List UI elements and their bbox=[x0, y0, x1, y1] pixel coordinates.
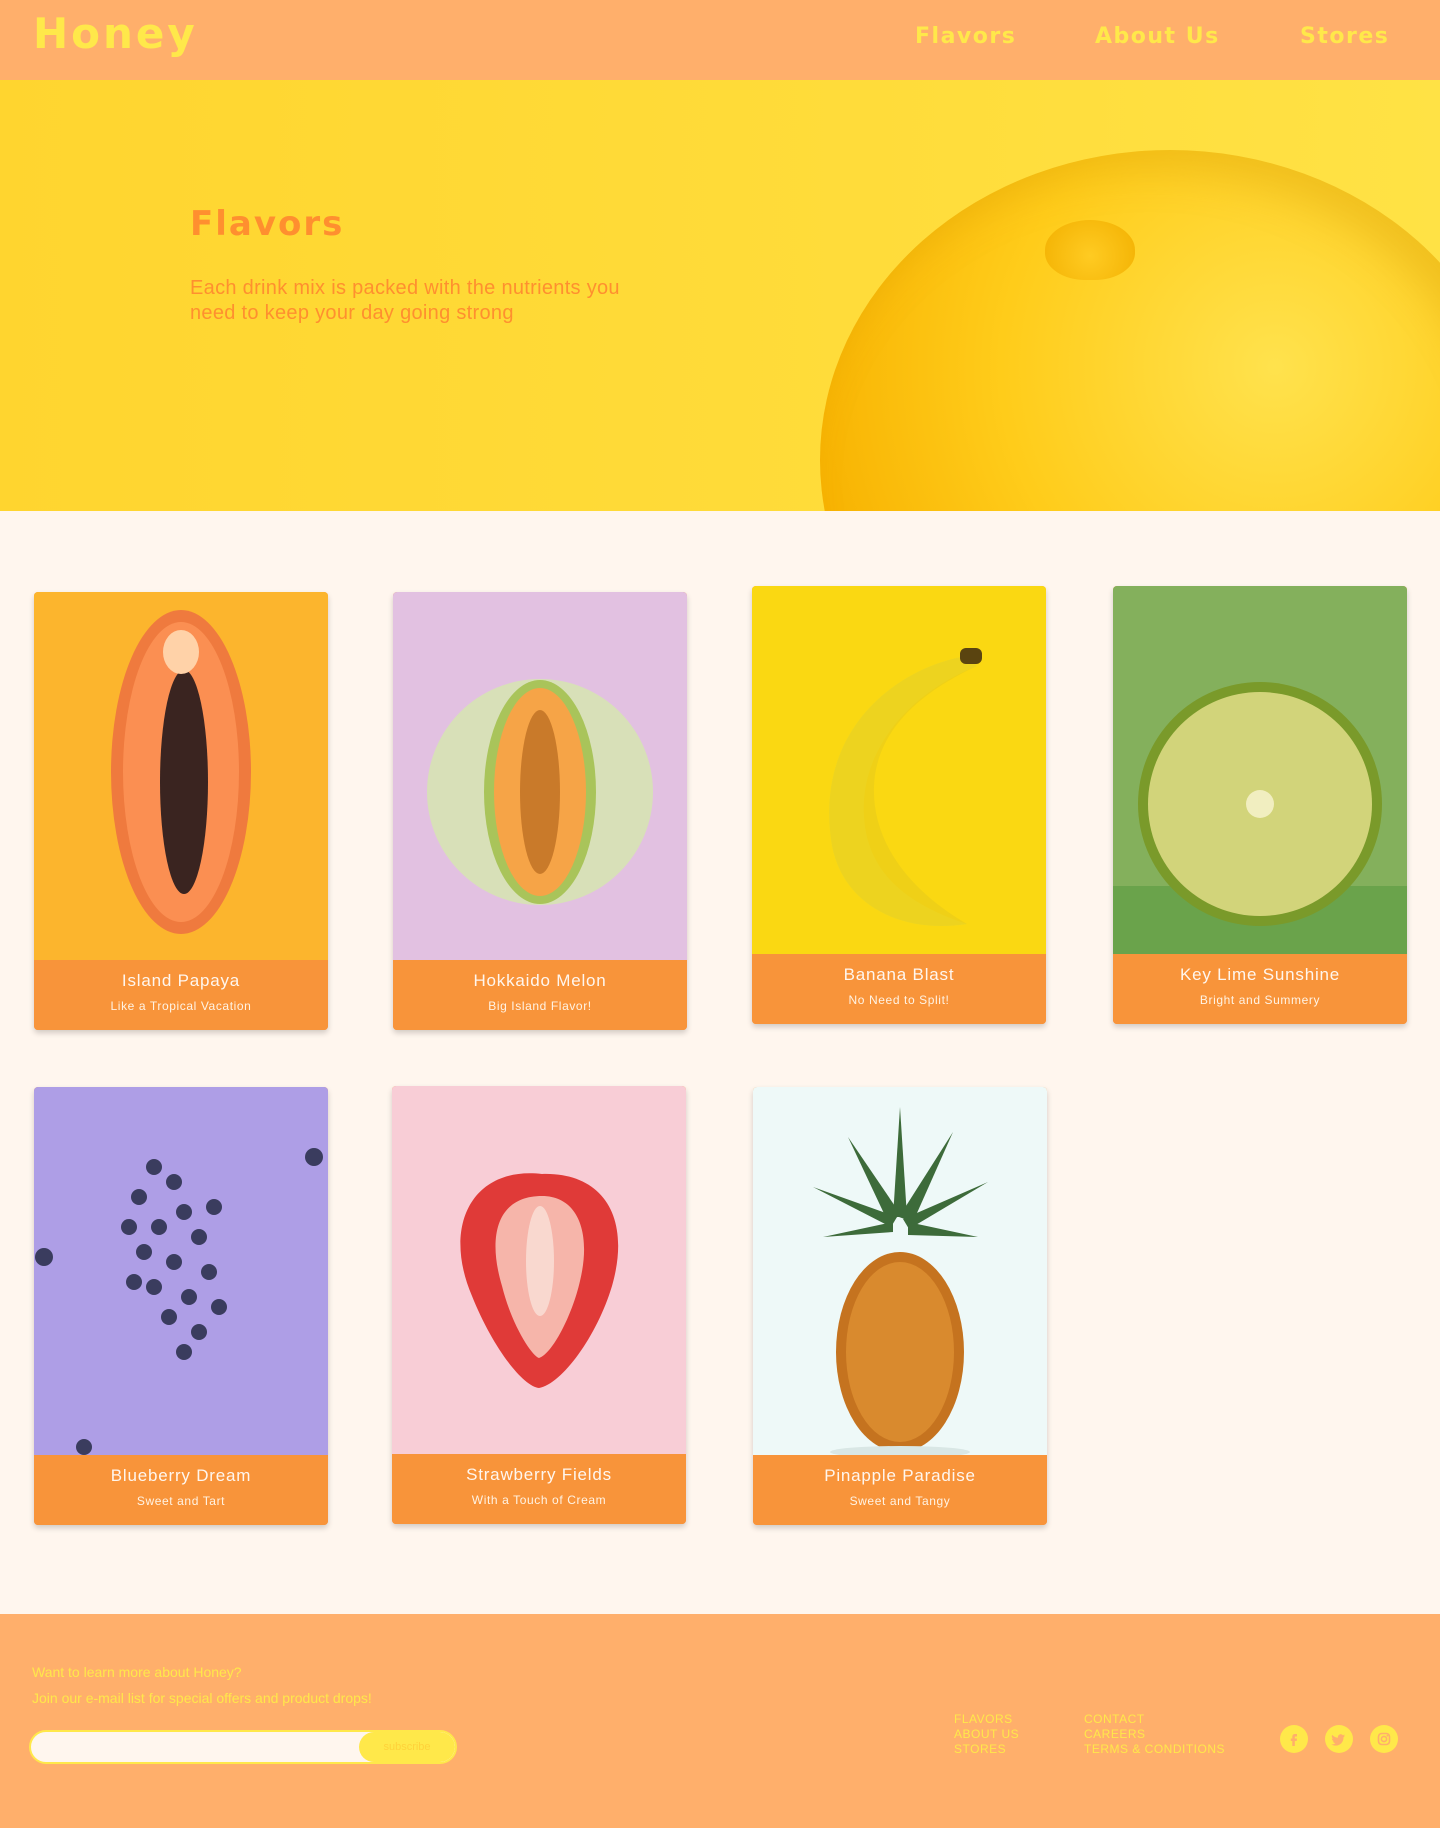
logo[interactable]: Honey bbox=[33, 9, 198, 58]
card-title: Blueberry Dream bbox=[110, 1466, 252, 1485]
card-subtitle: No Need to Split! bbox=[848, 993, 950, 1007]
card-title: Banana Blast bbox=[843, 965, 955, 984]
newsletter-heading: Want to learn more about Honey? bbox=[32, 1664, 242, 1680]
flavor-card-banana-blast[interactable]: Banana Blast No Need to Split! bbox=[752, 586, 1046, 1024]
nav-link-stores[interactable]: Stores bbox=[1300, 24, 1389, 49]
facebook-icon[interactable] bbox=[1280, 1725, 1308, 1753]
hero-title: Flavors bbox=[190, 204, 345, 244]
card-title: Pinapple Paradise bbox=[824, 1466, 976, 1485]
email-field[interactable] bbox=[31, 1732, 361, 1762]
strawberry-image bbox=[392, 1086, 686, 1454]
instagram-icon[interactable] bbox=[1370, 1725, 1398, 1753]
card-subtitle: Like a Tropical Vacation bbox=[110, 999, 252, 1013]
newsletter-form: subscribe bbox=[29, 1730, 457, 1764]
card-caption: Island Papaya Like a Tropical Vacation bbox=[34, 960, 328, 1030]
footer-link-terms[interactable]: TERMS & CONDITIONS bbox=[1084, 1742, 1225, 1757]
subscribe-button[interactable]: subscribe bbox=[359, 1732, 455, 1762]
card-caption: Key Lime Sunshine Bright and Summery bbox=[1113, 954, 1407, 1024]
card-title: Island Papaya bbox=[121, 971, 241, 990]
banana-image bbox=[752, 586, 1046, 954]
card-caption: Pinapple Paradise Sweet and Tangy bbox=[753, 1455, 1047, 1525]
lime-image bbox=[1113, 586, 1407, 954]
nav-link-about-us[interactable]: About Us bbox=[1095, 24, 1220, 49]
hero-banner: Flavors Each drink mix is packed with th… bbox=[0, 80, 1440, 511]
papaya-image bbox=[34, 592, 328, 960]
melon-image bbox=[393, 592, 687, 960]
flavor-card-hokkaido-melon[interactable]: Hokkaido Melon Big Island Flavor! bbox=[393, 592, 687, 1030]
nav-link-flavors[interactable]: Flavors bbox=[915, 24, 1016, 49]
card-title: Hokkaido Melon bbox=[473, 971, 607, 990]
card-caption: Hokkaido Melon Big Island Flavor! bbox=[393, 960, 687, 1030]
card-subtitle: Sweet and Tart bbox=[136, 1494, 226, 1508]
card-subtitle: Big Island Flavor! bbox=[488, 999, 592, 1013]
flavor-card-strawberry-fields[interactable]: Strawberry Fields With a Touch of Cream bbox=[392, 1086, 686, 1524]
footer-link-flavors[interactable]: FLAVORS bbox=[954, 1712, 1013, 1727]
flavor-card-blueberry-dream[interactable]: Blueberry Dream Sweet and Tart bbox=[34, 1087, 328, 1525]
flavor-card-pinapple-paradise[interactable]: Pinapple Paradise Sweet and Tangy bbox=[753, 1087, 1047, 1525]
blueberry-image bbox=[34, 1087, 328, 1455]
footer-link-stores[interactable]: STORES bbox=[954, 1742, 1006, 1757]
site-header: Honey Flavors About Us Stores bbox=[0, 0, 1440, 80]
card-title: Key Lime Sunshine bbox=[1179, 965, 1341, 984]
pineapple-image bbox=[753, 1087, 1047, 1455]
card-subtitle: Sweet and Tangy bbox=[849, 1494, 951, 1508]
card-subtitle: Bright and Summery bbox=[1199, 993, 1321, 1007]
footer-link-contact[interactable]: CONTACT bbox=[1084, 1712, 1145, 1727]
card-caption: Blueberry Dream Sweet and Tart bbox=[34, 1455, 328, 1525]
site-footer: Want to learn more about Honey? Join our… bbox=[0, 1614, 1440, 1828]
newsletter-text: Join our e-mail list for special offers … bbox=[32, 1690, 372, 1706]
hero-description: Each drink mix is packed with the nutrie… bbox=[190, 277, 620, 324]
card-subtitle: With a Touch of Cream bbox=[471, 1493, 607, 1507]
footer-link-about-us[interactable]: ABOUT US bbox=[954, 1727, 1019, 1742]
lemon-tip bbox=[1045, 220, 1135, 280]
card-caption: Strawberry Fields With a Touch of Cream bbox=[392, 1454, 686, 1524]
flavor-card-key-lime-sunshine[interactable]: Key Lime Sunshine Bright and Summery bbox=[1113, 586, 1407, 1024]
flavor-card-island-papaya[interactable]: Island Papaya Like a Tropical Vacation bbox=[34, 592, 328, 1030]
card-caption: Banana Blast No Need to Split! bbox=[752, 954, 1046, 1024]
footer-link-careers[interactable]: CAREERS bbox=[1084, 1727, 1146, 1742]
twitter-icon[interactable] bbox=[1325, 1725, 1353, 1753]
card-title: Strawberry Fields bbox=[466, 1465, 612, 1484]
